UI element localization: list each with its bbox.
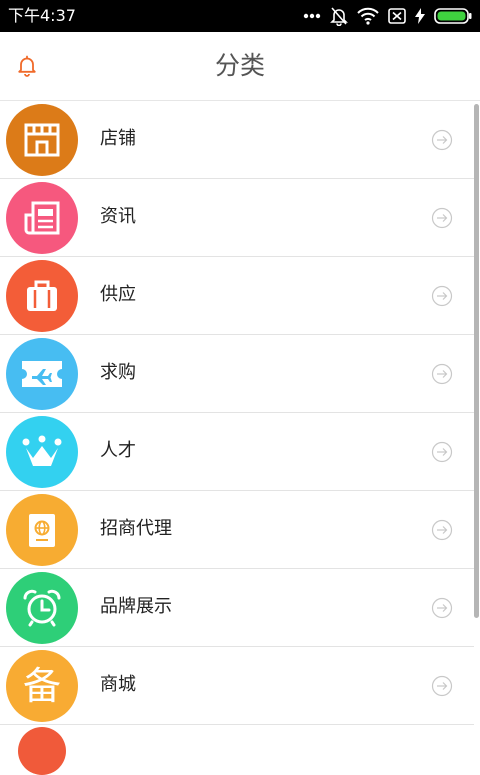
category-item-store[interactable]: 店铺 xyxy=(0,101,474,179)
category-label: 店铺 xyxy=(100,128,136,149)
category-item-supply[interactable]: 供应 xyxy=(0,257,474,335)
arrow-right-circle-icon xyxy=(431,441,453,463)
battery-icon xyxy=(434,8,472,24)
category-avatar xyxy=(6,416,78,488)
storefront-icon xyxy=(24,123,60,157)
notifications-off-icon xyxy=(330,7,348,26)
page-title: 分类 xyxy=(214,51,265,80)
category-avatar xyxy=(6,104,78,176)
category-avatar: 备 xyxy=(6,650,78,722)
arrow-right-circle-icon xyxy=(431,675,453,697)
arrow-right-circle-icon xyxy=(431,285,453,307)
category-avatar xyxy=(6,338,78,410)
category-item-mall[interactable]: 备 商城 xyxy=(0,647,474,725)
scrollbar[interactable] xyxy=(474,104,479,618)
arrow-right-circle-icon xyxy=(431,207,453,229)
more-dots-icon xyxy=(303,13,321,19)
category-avatar xyxy=(6,572,78,644)
status-bar: 下午4:37 xyxy=(0,0,480,32)
category-list[interactable]: 店铺 资讯 供应 求购 人才 招商代理 品牌展示 备 商城 xyxy=(0,101,474,748)
category-avatar xyxy=(6,260,78,332)
category-item-franchise[interactable]: 招商代理 xyxy=(0,491,474,569)
category-item-brand[interactable]: 品牌展示 xyxy=(0,569,474,647)
airplane-ticket-icon xyxy=(22,361,62,387)
header-bar: 分类 xyxy=(0,32,480,101)
luggage-icon xyxy=(27,280,57,311)
no-sim-icon xyxy=(388,8,406,24)
arrow-right-circle-icon xyxy=(431,519,453,541)
category-label: 资讯 xyxy=(100,206,136,227)
category-avatar-partial xyxy=(18,727,66,775)
charging-bolt-icon xyxy=(415,8,425,24)
arrow-right-circle-icon xyxy=(431,129,453,151)
arrow-right-circle-icon xyxy=(431,363,453,385)
category-label: 求购 xyxy=(100,362,136,383)
alarm-clock-icon xyxy=(23,589,61,627)
category-item-purchase[interactable]: 求购 xyxy=(0,335,474,413)
category-label: 供应 xyxy=(100,284,136,305)
status-icons xyxy=(303,4,472,28)
category-label: 商城 xyxy=(100,674,136,695)
wifi-icon xyxy=(357,7,379,25)
bei-glyph-icon: 备 xyxy=(22,664,61,708)
newspaper-icon xyxy=(24,201,60,235)
category-label: 招商代理 xyxy=(100,518,172,539)
status-time: 下午4:37 xyxy=(8,6,76,25)
category-label: 品牌展示 xyxy=(100,596,172,617)
passport-icon xyxy=(29,514,55,547)
category-item-talent[interactable]: 人才 xyxy=(0,413,474,491)
arrow-right-circle-icon xyxy=(431,597,453,619)
crown-icon xyxy=(22,435,62,466)
category-label: 人才 xyxy=(100,440,136,461)
category-item-news[interactable]: 资讯 xyxy=(0,179,474,257)
category-avatar xyxy=(6,494,78,566)
category-avatar xyxy=(6,182,78,254)
